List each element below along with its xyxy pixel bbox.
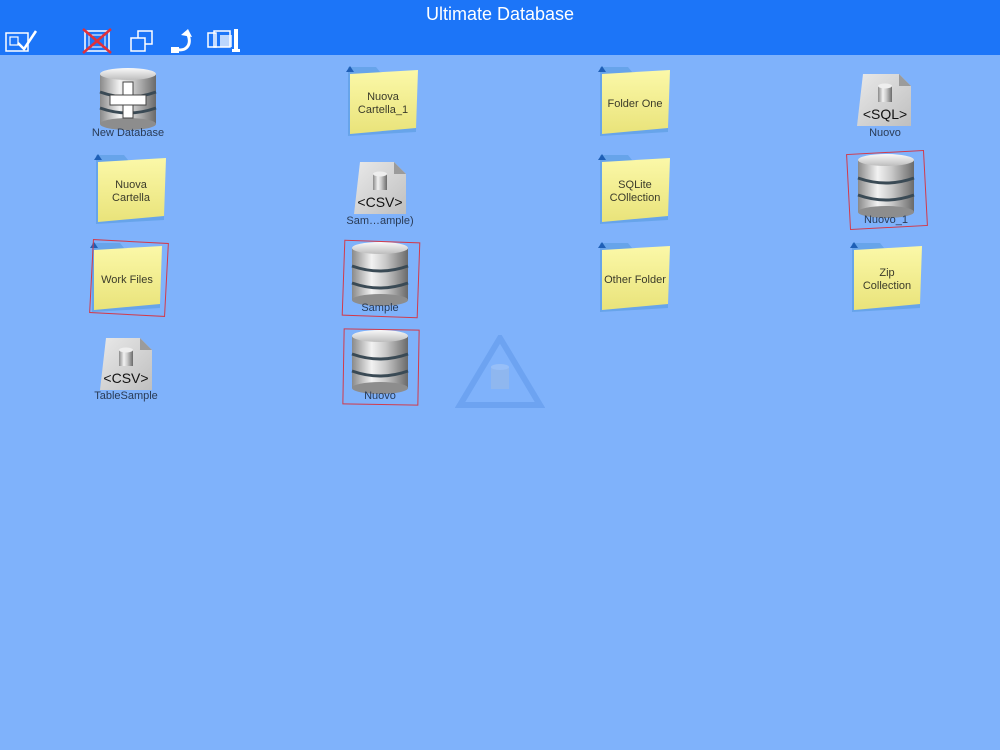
csv-file-item-tablesample[interactable]: <CSV> TableSample (76, 326, 176, 406)
folder-item-zip-collection[interactable]: Zip Collection (840, 238, 940, 318)
edit-selection-button[interactable] (4, 27, 40, 55)
top-bar: Ultimate Database (0, 0, 1000, 55)
delete-button[interactable] (80, 27, 116, 55)
folder-item-sqlite-collection[interactable]: SQLite COllection (588, 150, 688, 230)
delete-x-icon (82, 28, 112, 54)
item-label: SQLite COllection (609, 179, 661, 204)
folder-item-other-folder[interactable]: Other Folder (588, 238, 688, 318)
file-type-badge: <SQL> (862, 106, 908, 122)
file-type-badge: <CSV> (357, 194, 403, 210)
item-label: TableSample (94, 390, 158, 402)
csv-file-item-sample[interactable]: <CSV> Sam…ample) (330, 150, 430, 230)
item-label: Nuovo (869, 127, 901, 139)
item-label: New Database (91, 127, 165, 139)
item-label: Nuova Cartella_1 (357, 91, 409, 116)
item-label: Folder One (607, 97, 663, 110)
item-label: Work Files (101, 273, 153, 286)
item-label: Other Folder (604, 273, 666, 286)
item-label: Zip Collection (862, 267, 912, 292)
item-label: Sam…ample) (346, 215, 414, 227)
database-item-nuovo-1[interactable]: Nuovo_1 (836, 150, 936, 230)
database-item-nuovo[interactable]: Nuovo (330, 326, 430, 406)
folder-item-nuova-cartella[interactable]: Nuova Cartella (84, 150, 184, 230)
copy-button[interactable] (126, 27, 162, 55)
folder-item-nuova-cartella-1[interactable]: Nuova Cartella_1 (336, 62, 436, 142)
compress-button[interactable] (206, 27, 242, 55)
compress-icon (207, 29, 240, 52)
folder-item-folder-one[interactable]: Folder One (588, 62, 688, 142)
file-type-badge: <CSV> (103, 370, 149, 386)
database-item-sample[interactable]: Sample (330, 238, 430, 319)
copy-icon (130, 30, 153, 52)
app-title: Ultimate Database (425, 4, 575, 24)
sql-file-item-nuovo[interactable]: <SQL> Nuovo (835, 62, 935, 142)
new-database-item[interactable]: New Database (78, 62, 178, 142)
watermark-logo-icon (455, 335, 545, 408)
item-label: Sample (361, 302, 399, 314)
folder-item-work-files[interactable]: Work Files (80, 238, 180, 318)
move-button[interactable] (167, 27, 203, 55)
select-check-icon (5, 30, 38, 52)
item-label: Nuovo (364, 390, 396, 402)
item-label: Nuovo_1 (863, 214, 909, 226)
item-label: Nuova Cartella (112, 179, 150, 204)
move-arrow-icon (171, 29, 192, 53)
